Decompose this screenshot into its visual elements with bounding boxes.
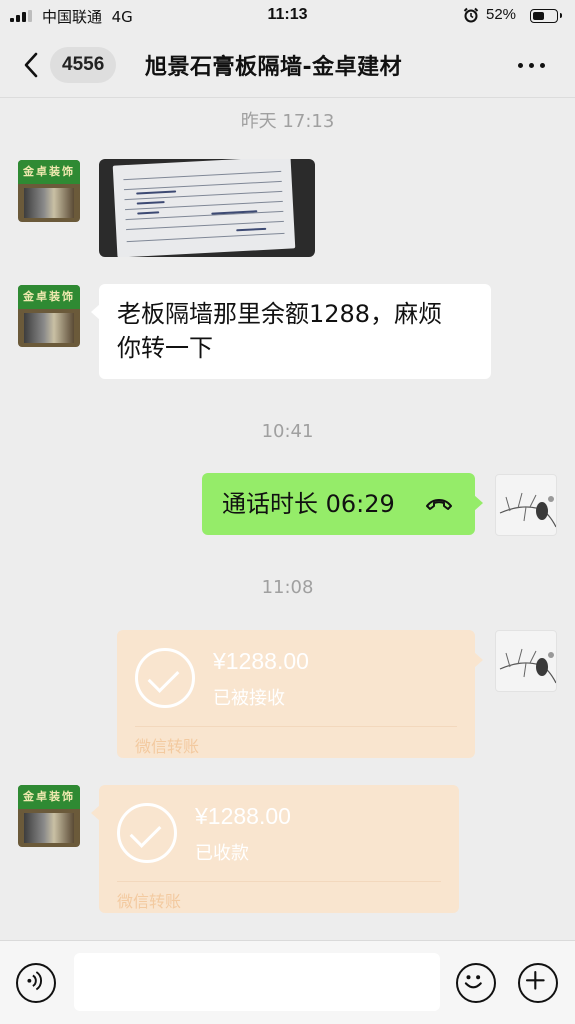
store-avatar[interactable]: 金卓装饰 bbox=[18, 160, 80, 222]
battery-percent: 52% bbox=[486, 6, 517, 23]
message-line: 你转一下 bbox=[117, 334, 213, 362]
transfer-amount: ¥1288.00 bbox=[195, 803, 291, 829]
plus-icon[interactable] bbox=[518, 963, 558, 1003]
store-avatar[interactable]: 金卓装饰 bbox=[18, 285, 80, 347]
transfer-card[interactable]: ¥1288.00 已收款 微信转账 bbox=[91, 785, 459, 913]
emoji-icon[interactable] bbox=[456, 963, 496, 1003]
alarm-icon bbox=[463, 7, 479, 23]
timestamp: 10:41 bbox=[261, 421, 314, 442]
more-dots-icon[interactable] bbox=[512, 53, 552, 77]
store-sign: 金卓装饰 bbox=[18, 285, 80, 309]
battery-icon bbox=[530, 9, 562, 23]
transfer-footer: 微信转账 bbox=[117, 892, 182, 911]
phone-hangup-icon bbox=[426, 499, 452, 510]
message-input[interactable] bbox=[74, 953, 440, 1011]
chat-title: 旭景石膏板隔墙-金卓建材 bbox=[145, 55, 403, 80]
transfer-amount: ¥1288.00 bbox=[213, 648, 309, 674]
store-sign: 金卓装饰 bbox=[18, 785, 80, 809]
call-record-bubble[interactable]: 通话时长 06:29 bbox=[202, 473, 483, 535]
timestamp: 昨天 17:13 bbox=[240, 111, 335, 132]
receipt-photo[interactable] bbox=[99, 159, 315, 257]
text-message[interactable]: 老板隔墙那里余额1288，麻烦 你转一下 bbox=[91, 284, 491, 379]
chat-header: 4556 旭景石膏板隔墙-金卓建材 bbox=[0, 32, 575, 98]
status-bar: 中国联通 4G 11:13 52% bbox=[0, 0, 575, 32]
store-avatar[interactable]: 金卓装饰 bbox=[18, 785, 80, 847]
voice-icon[interactable] bbox=[16, 963, 56, 1003]
message-line: 老板隔墙那里余额1288，麻烦 bbox=[117, 300, 443, 328]
chevron-left-icon[interactable] bbox=[18, 49, 46, 81]
input-bar bbox=[0, 940, 575, 1024]
transfer-card[interactable]: ¥1288.00 已被接收 微信转账 bbox=[117, 630, 483, 758]
check-circle-icon bbox=[117, 803, 177, 863]
branch-avatar[interactable] bbox=[495, 474, 557, 536]
store-sign: 金卓装饰 bbox=[18, 160, 80, 184]
check-circle-icon bbox=[135, 648, 195, 708]
transfer-footer: 微信转账 bbox=[135, 737, 200, 756]
unread-count-badge[interactable]: 4556 bbox=[50, 47, 117, 83]
battery-fill bbox=[533, 12, 544, 20]
call-duration: 通话时长 06:29 bbox=[222, 490, 395, 518]
branch-avatar[interactable] bbox=[495, 630, 557, 692]
transfer-status: 已收款 bbox=[195, 843, 249, 864]
transfer-status: 已被接收 bbox=[213, 688, 285, 709]
timestamp: 11:08 bbox=[261, 577, 314, 598]
